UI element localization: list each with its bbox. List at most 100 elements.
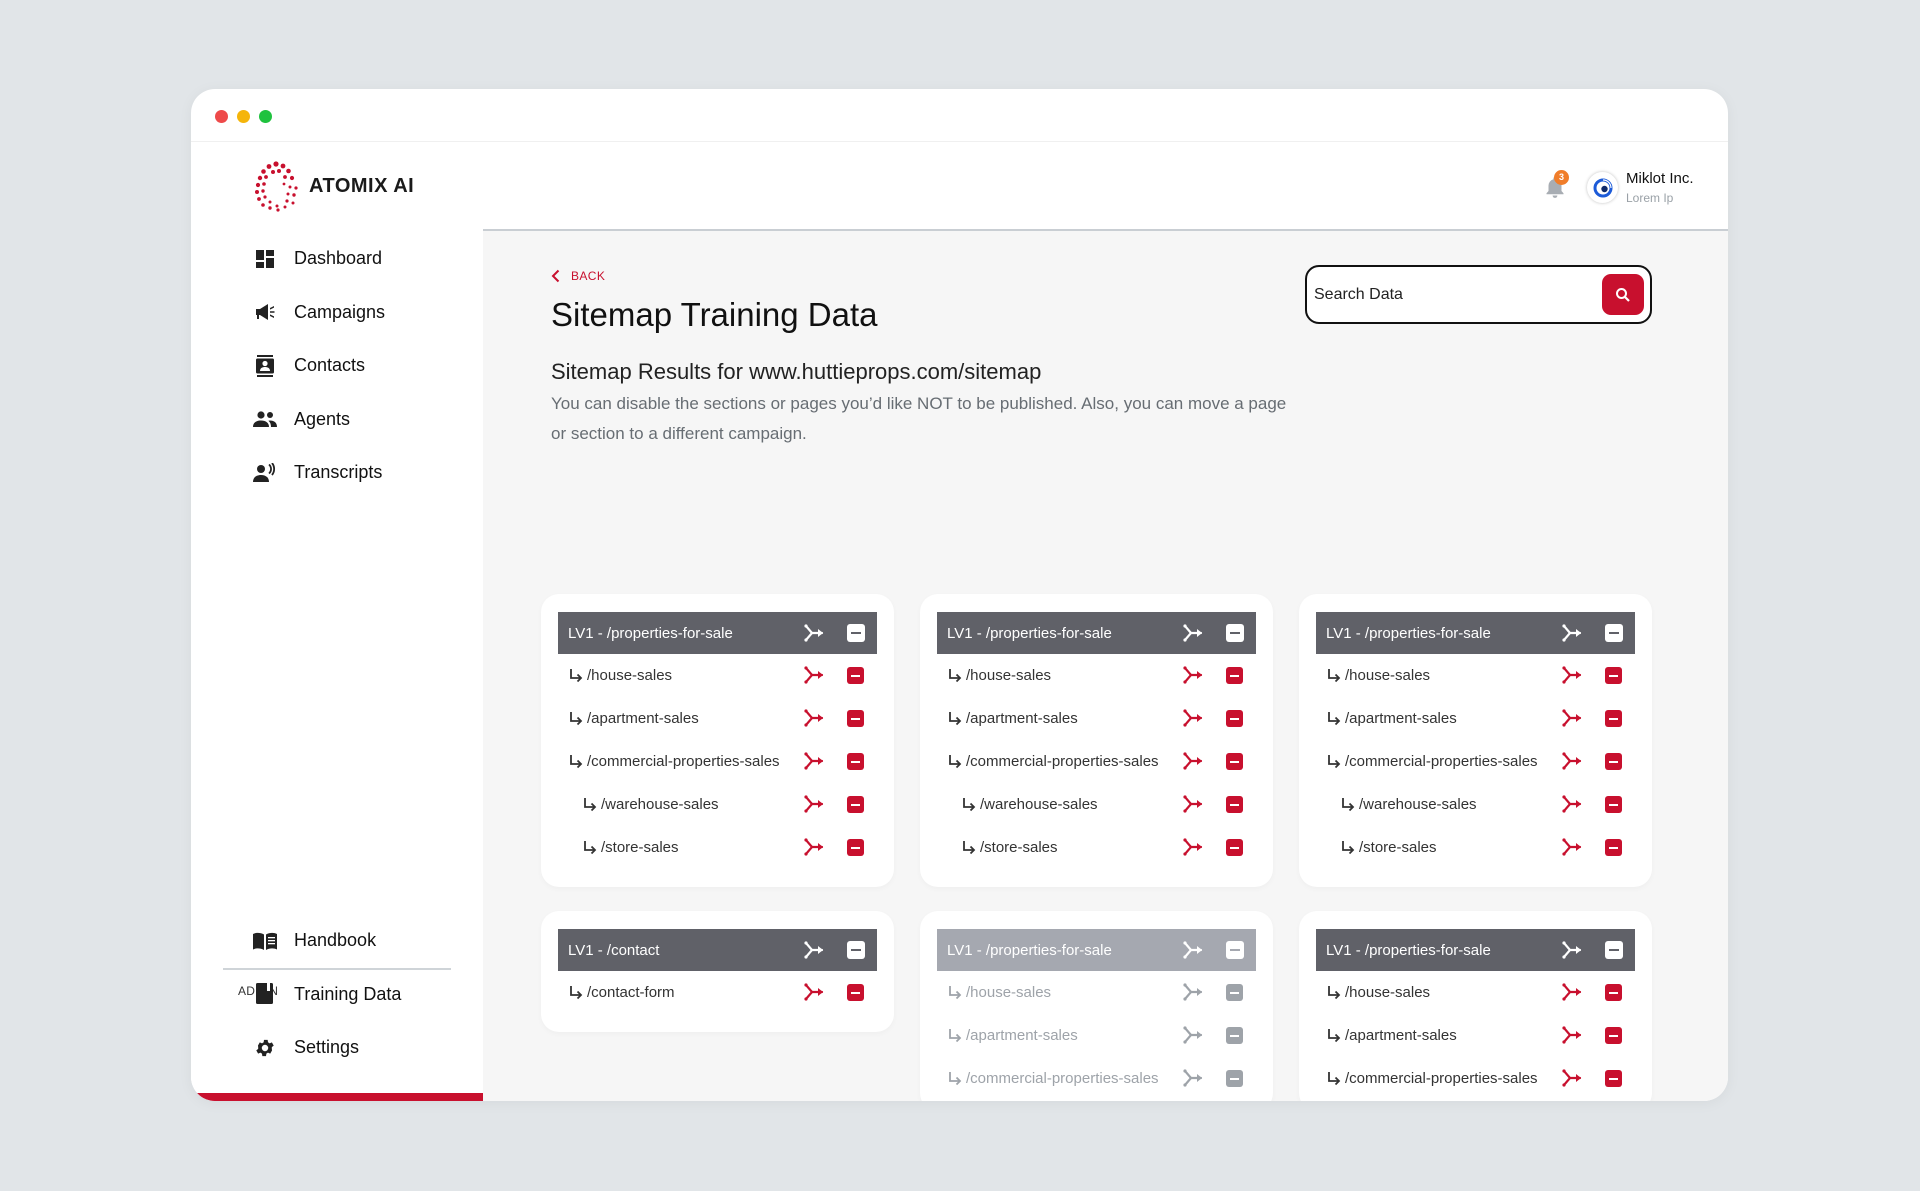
move-section-icon[interactable]: [1182, 939, 1204, 961]
disable-page-toggle[interactable]: [847, 753, 864, 770]
app-window: ATOMIX AI Dashboard Campaigns Contacts A…: [191, 89, 1728, 1101]
move-section-icon[interactable]: [1561, 622, 1583, 644]
page-path: /house-sales: [1345, 667, 1431, 684]
sitemap-page-row: /commercial-properties-sales: [937, 1057, 1256, 1100]
subpage-arrow-icon: [568, 668, 584, 684]
move-section-icon[interactable]: [803, 939, 825, 961]
disable-page-toggle[interactable]: [1226, 667, 1243, 684]
disable-page-toggle[interactable]: [1226, 710, 1243, 727]
move-page-icon[interactable]: [803, 981, 825, 1003]
disable-page-toggle[interactable]: [1226, 753, 1243, 770]
move-page-icon[interactable]: [803, 750, 825, 772]
sitemap-page-row: /warehouse-sales: [1316, 1100, 1635, 1101]
nav-item-transcripts[interactable]: Transcripts: [253, 446, 473, 500]
disable-page-toggle[interactable]: [1226, 1070, 1243, 1087]
move-section-icon[interactable]: [1182, 622, 1204, 644]
subpage-arrow-icon: [947, 985, 963, 1001]
move-page-icon[interactable]: [1561, 836, 1583, 858]
sitemap-page-row: /commercial-properties-sales: [1316, 740, 1635, 783]
maximize-window-button[interactable]: [259, 110, 272, 123]
disable-section-toggle[interactable]: [1605, 624, 1623, 642]
subpage-arrow-icon: [1326, 1028, 1342, 1044]
people-icon: [253, 407, 277, 431]
disable-page-toggle[interactable]: [847, 710, 864, 727]
page-path: /house-sales: [966, 667, 1052, 684]
move-page-icon[interactable]: [803, 836, 825, 858]
move-page-icon[interactable]: [1561, 750, 1583, 772]
nav-item-settings[interactable]: Settings: [253, 1021, 473, 1075]
disable-page-toggle[interactable]: [847, 796, 864, 813]
back-link[interactable]: BACK: [551, 269, 605, 283]
page-path: /apartment-sales: [1345, 710, 1457, 727]
subpage-arrow-icon: [568, 754, 584, 770]
minimize-window-button[interactable]: [237, 110, 250, 123]
disable-page-toggle[interactable]: [1605, 667, 1622, 684]
move-page-icon[interactable]: [1561, 1067, 1583, 1089]
search-button[interactable]: [1602, 274, 1644, 315]
disable-section-toggle[interactable]: [1226, 941, 1244, 959]
company-avatar[interactable]: [1587, 172, 1618, 203]
move-page-icon[interactable]: [1561, 707, 1583, 729]
disable-page-toggle[interactable]: [1605, 984, 1622, 1001]
disable-page-toggle[interactable]: [1605, 839, 1622, 856]
move-page-icon[interactable]: [1561, 981, 1583, 1003]
nav-item-dashboard[interactable]: Dashboard: [253, 232, 473, 286]
move-page-icon[interactable]: [1182, 1067, 1204, 1089]
disable-page-toggle[interactable]: [1226, 839, 1243, 856]
move-page-icon[interactable]: [803, 793, 825, 815]
move-page-icon[interactable]: [1182, 750, 1204, 772]
chevron-left-icon: [551, 269, 560, 283]
disable-section-toggle[interactable]: [1605, 941, 1623, 959]
disable-page-toggle[interactable]: [847, 839, 864, 856]
sitemap-card: LV1 - /properties-for-sale/house-sales/a…: [1299, 911, 1652, 1101]
disable-section-toggle[interactable]: [847, 624, 865, 642]
sitemap-page-row: /warehouse-sales: [937, 1100, 1256, 1101]
move-page-icon[interactable]: [1182, 664, 1204, 686]
move-page-icon[interactable]: [1561, 1024, 1583, 1046]
disable-page-toggle[interactable]: [1605, 796, 1622, 813]
move-page-icon[interactable]: [803, 707, 825, 729]
move-section-icon[interactable]: [803, 622, 825, 644]
move-page-icon[interactable]: [1182, 981, 1204, 1003]
brand-logo[interactable]: ATOMIX AI: [249, 160, 414, 212]
disable-page-toggle[interactable]: [1226, 1027, 1243, 1044]
disable-page-toggle[interactable]: [847, 984, 864, 1001]
move-page-icon[interactable]: [1182, 707, 1204, 729]
disable-page-toggle[interactable]: [1605, 710, 1622, 727]
disable-section-toggle[interactable]: [847, 941, 865, 959]
page-path: /apartment-sales: [587, 710, 699, 727]
disable-page-toggle[interactable]: [1605, 1070, 1622, 1087]
nav-item-label: Contacts: [294, 355, 366, 376]
nav-item-handbook[interactable]: Handbook: [253, 914, 473, 968]
section-title: LV1 - /properties-for-sale: [1326, 941, 1491, 959]
disable-page-toggle[interactable]: [1226, 796, 1243, 813]
close-window-button[interactable]: [215, 110, 228, 123]
sitemap-page-row: /warehouse-sales: [558, 783, 877, 826]
company-name[interactable]: Miklot Inc.: [1626, 170, 1694, 187]
nav-item-contacts[interactable]: Contacts: [253, 339, 473, 393]
move-page-icon[interactable]: [1182, 793, 1204, 815]
move-section-icon[interactable]: [1561, 939, 1583, 961]
search-input[interactable]: [1314, 281, 1594, 309]
disable-section-toggle[interactable]: [1226, 624, 1244, 642]
disable-page-toggle[interactable]: [1605, 1027, 1622, 1044]
subpage-arrow-icon: [1340, 840, 1356, 856]
sitemap-page-row: /house-sales: [1316, 971, 1635, 1014]
disable-page-toggle[interactable]: [1605, 753, 1622, 770]
move-page-icon[interactable]: [1182, 1024, 1204, 1046]
move-page-icon[interactable]: [1561, 793, 1583, 815]
company-logo-icon: [1593, 178, 1612, 197]
subpage-arrow-icon: [1326, 668, 1342, 684]
search-icon: [1616, 287, 1630, 302]
disable-page-toggle[interactable]: [1226, 984, 1243, 1001]
disable-page-toggle[interactable]: [847, 667, 864, 684]
nav-item-agents[interactable]: Agents: [253, 393, 473, 447]
move-page-icon[interactable]: [1182, 836, 1204, 858]
nav-item-training-data[interactable]: Training Data: [253, 968, 473, 1022]
move-page-icon[interactable]: [1561, 664, 1583, 686]
nav-item-label: Campaigns: [294, 301, 386, 322]
nav-item-campaigns[interactable]: Campaigns: [253, 286, 473, 340]
page-path: /commercial-properties-sales: [1345, 753, 1538, 770]
move-page-icon[interactable]: [803, 664, 825, 686]
sitemap-page-row: /apartment-sales: [1316, 1014, 1635, 1057]
